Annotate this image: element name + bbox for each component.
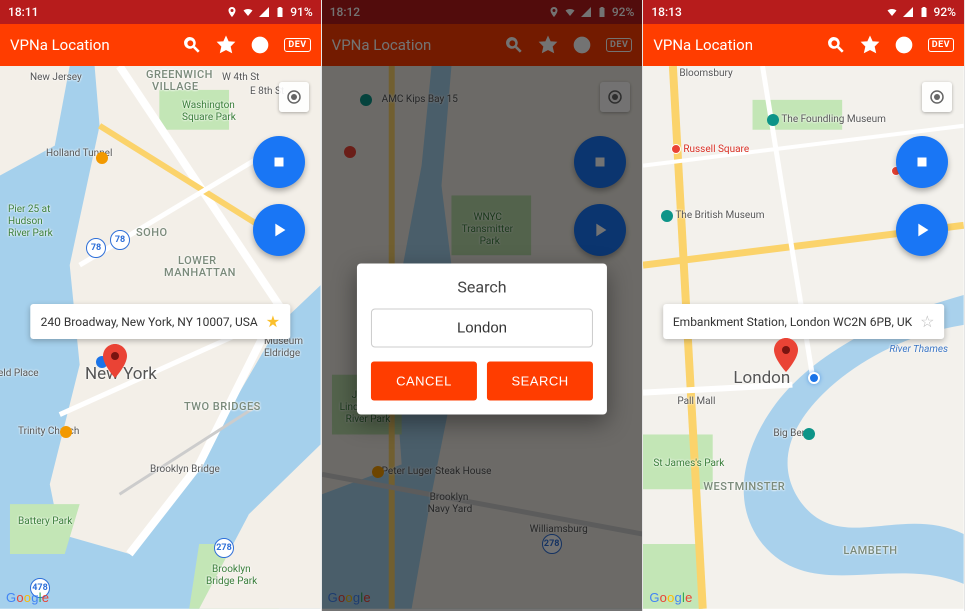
address-callout[interactable]: Embankment Station, London WC2N 6PB, UK … (663, 304, 945, 339)
dev-badge[interactable]: DEV (284, 38, 310, 52)
map-pin-icon (103, 344, 127, 378)
signal-icon (902, 6, 914, 18)
battery-icon (918, 6, 930, 18)
help-icon[interactable] (250, 35, 270, 55)
my-location-button[interactable] (279, 82, 309, 112)
signal-icon (258, 6, 270, 18)
phone-3: 18:13 92% VPNa Location DEV (643, 0, 965, 611)
dev-badge[interactable]: DEV (928, 38, 954, 52)
search-input[interactable] (371, 308, 593, 347)
cancel-button[interactable]: CANCEL (371, 361, 477, 400)
app-bar: VPNa Location DEV (643, 24, 964, 66)
phone-1: 18:11 91% VPNa Location DEV (0, 0, 322, 611)
map[interactable]: AMC Kips Bay 15 WNYC Transmitter Park Jo… (322, 66, 643, 611)
app-title: VPNa Location (10, 36, 182, 54)
fab-stack (253, 136, 305, 256)
map[interactable]: Bloomsbury The Foundling Museum The Brit… (643, 66, 964, 611)
status-bar: 18:13 92% (643, 0, 964, 24)
stop-button[interactable] (253, 136, 305, 188)
map-pin-icon (774, 338, 798, 372)
battery-percent: 92% (934, 5, 956, 19)
wifi-icon (886, 6, 898, 18)
wifi-icon (242, 6, 254, 18)
google-logo: Google (649, 590, 692, 605)
scrim-top (322, 0, 643, 66)
address-callout[interactable]: 240 Broadway, New York, NY 10007, USA ★ (31, 304, 290, 339)
app-actions: DEV (826, 35, 954, 55)
app-title: VPNa Location (653, 36, 825, 54)
search-button[interactable]: SEARCH (487, 361, 593, 400)
search-icon[interactable] (182, 35, 202, 55)
battery-percent: 91% (290, 5, 312, 19)
favorite-icon[interactable] (216, 35, 236, 55)
my-location-button[interactable] (922, 82, 952, 112)
play-button[interactable] (253, 204, 305, 256)
status-icons: 92% (886, 5, 956, 19)
status-time: 18:11 (8, 5, 38, 19)
status-bar: 18:11 91% (0, 0, 321, 24)
favorite-icon[interactable] (860, 35, 880, 55)
status-time: 18:13 (651, 5, 681, 19)
phone-2: 18:12 92% VPNa Location DEV AMC (322, 0, 644, 611)
battery-icon (274, 6, 286, 18)
app-actions: DEV (182, 35, 310, 55)
google-logo: Google (6, 590, 49, 605)
status-icons: 91% (226, 5, 312, 19)
address-text: 240 Broadway, New York, NY 10007, USA (41, 315, 258, 329)
stop-button[interactable] (896, 136, 948, 188)
app-bar: VPNa Location DEV (0, 24, 321, 66)
search-dialog: Search CANCEL SEARCH (357, 263, 607, 414)
fab-stack (896, 136, 948, 256)
location-icon (226, 6, 238, 18)
star-icon[interactable]: ☆ (920, 312, 934, 331)
address-text: Embankment Station, London WC2N 6PB, UK (673, 315, 912, 329)
dialog-buttons: CANCEL SEARCH (371, 361, 593, 400)
map[interactable]: GREENWICH VILLAGE Washington Square Park… (0, 66, 321, 611)
star-icon[interactable]: ★ (266, 312, 280, 331)
help-icon[interactable] (894, 35, 914, 55)
search-icon[interactable] (826, 35, 846, 55)
dialog-title: Search (371, 277, 593, 296)
play-button[interactable] (896, 204, 948, 256)
